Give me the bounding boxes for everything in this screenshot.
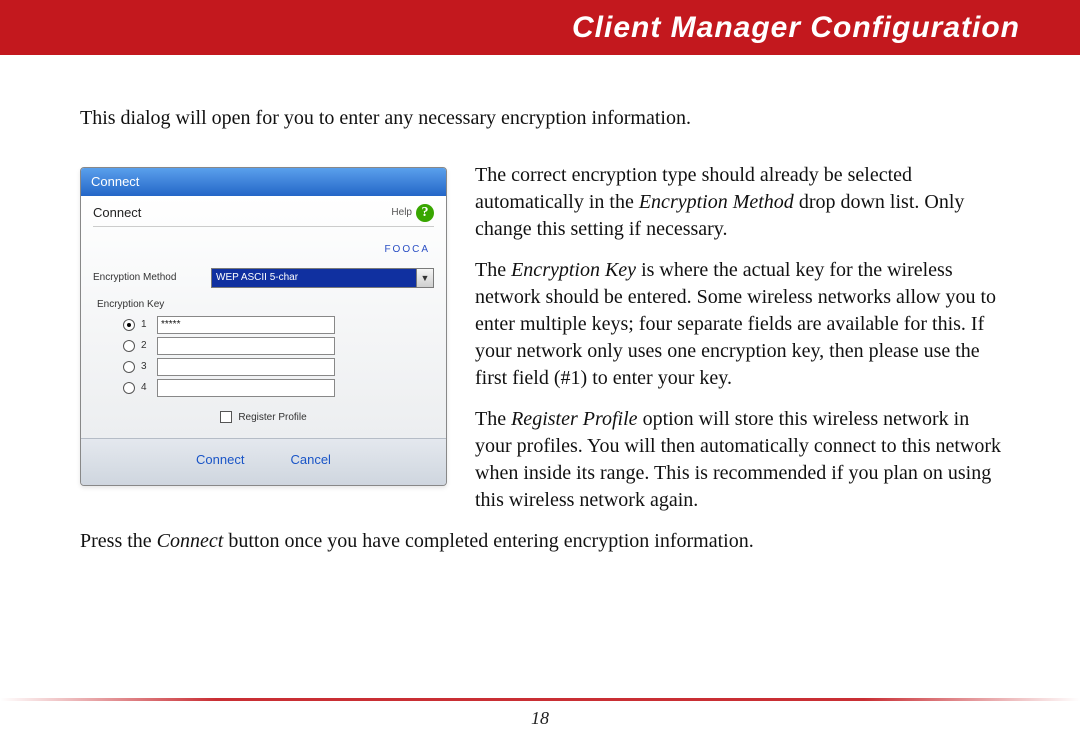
key-input-2[interactable] [157,337,335,355]
key-input-4[interactable] [157,379,335,397]
connect-dialog: Connect Connect Help ? FOOCA Encryption … [80,167,447,486]
network-name: FOOCA [93,227,434,265]
content-area: This dialog will open for you to enter a… [0,55,1080,569]
key-row-1: 1 ***** [123,316,434,334]
encryption-key-label: Encryption Key [97,298,434,312]
key-radio-4[interactable] [123,382,135,394]
register-profile-checkbox[interactable] [220,411,232,423]
paragraph-4: Press the Connect button once you have c… [80,528,1010,555]
help-label: Help [391,206,412,220]
key-num-2: 2 [141,339,151,353]
help-icon[interactable]: ? [416,204,434,222]
register-profile-label: Register Profile [238,411,306,425]
encryption-method-select[interactable]: WEP ASCII 5-char ▼ [211,268,434,288]
dialog-footer: Connect Cancel [81,438,446,485]
dialog-titlebar: Connect [81,168,446,196]
key-num-1: 1 [141,318,151,332]
key-input-3[interactable] [157,358,335,376]
key-row-3: 3 [123,358,434,376]
header-bar: Client Manager Configuration [0,0,1080,55]
help-link[interactable]: Help ? [391,204,434,222]
dialog-section-label: Connect [93,204,141,222]
key-radio-2[interactable] [123,340,135,352]
register-profile-row: Register Profile [93,411,434,425]
key-row-2: 2 [123,337,434,355]
key-num-3: 3 [141,360,151,374]
page-number: 18 [0,708,1080,729]
chevron-down-icon[interactable]: ▼ [416,269,433,287]
key-num-4: 4 [141,381,151,395]
key-input-1[interactable]: ***** [157,316,335,334]
key-radio-3[interactable] [123,361,135,373]
cancel-button[interactable]: Cancel [282,449,338,471]
footer-divider [0,698,1080,701]
encryption-method-label: Encryption Method [93,271,201,285]
encryption-method-value: WEP ASCII 5-char [212,269,416,287]
key-row-4: 4 [123,379,434,397]
intro-text: This dialog will open for you to enter a… [80,105,1010,132]
page-title: Client Manager Configuration [572,11,1020,45]
key-radio-1[interactable] [123,319,135,331]
dialog-screenshot: Connect Connect Help ? FOOCA Encryption … [80,167,445,486]
connect-button[interactable]: Connect [188,449,252,471]
